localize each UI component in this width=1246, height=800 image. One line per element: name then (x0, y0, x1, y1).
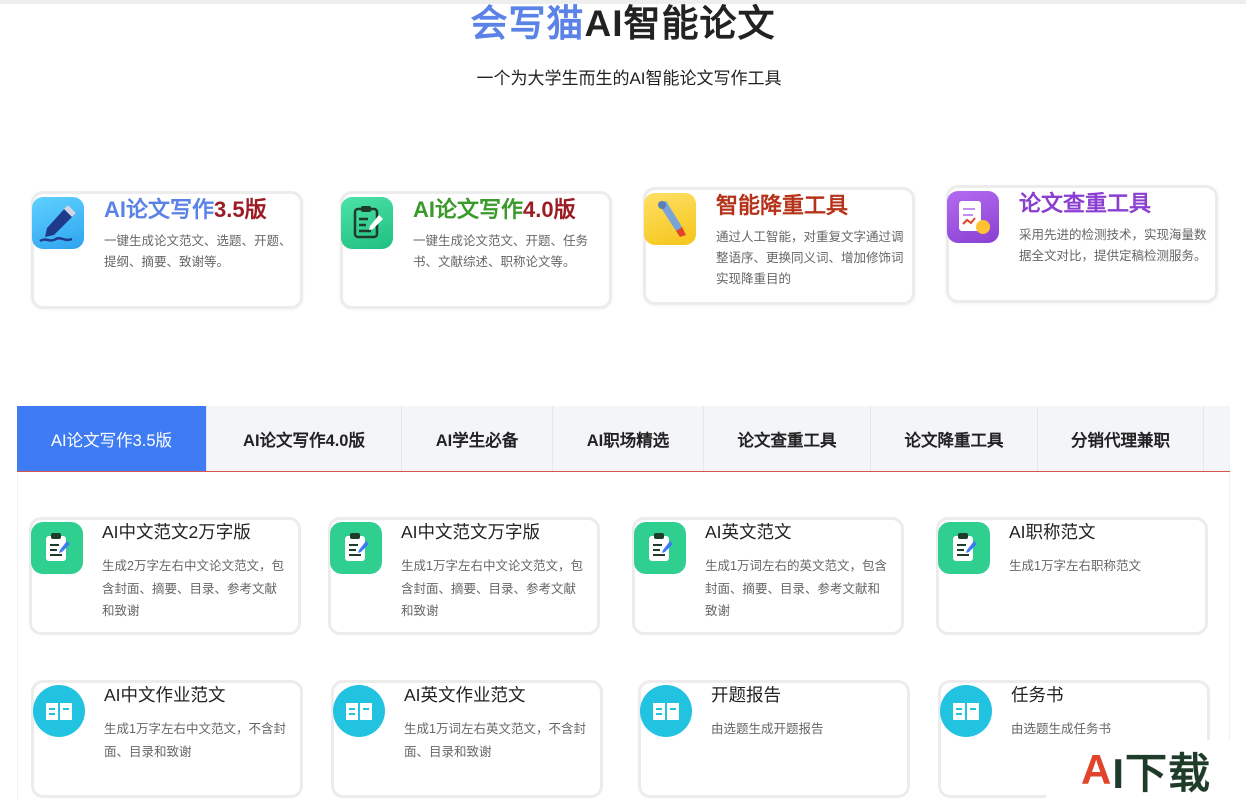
tab-plagiarism-check[interactable]: 论文查重工具 (704, 406, 871, 471)
feature-card-ai-writing-3-5[interactable]: AI论文写作3.5版 一键生成论文范文、选题、开题、提纲、摘要、致谢等。 (31, 191, 303, 309)
tool-desc: 生成1万词左右英文范文，不含封面、目录和致谢 (404, 722, 586, 759)
feature-title: AI论文写作3.5版 (104, 197, 267, 222)
feature-desc: 通过人工智能，对重复文字通过调整语序、更换同义词、增加修饰词实现降重目的 (716, 230, 904, 286)
tool-title: 任务书 (1011, 685, 1064, 705)
tab-ai-workplace[interactable]: AI职场精选 (553, 406, 704, 471)
open-book-icon (333, 685, 385, 737)
watermark-logo: A I下载 (1046, 740, 1246, 800)
tab-reduce-duplication[interactable]: 论文降重工具 (871, 406, 1038, 471)
brand-name: 会写猫 (470, 3, 585, 44)
tool-title: AI中文范文2万字版 (102, 522, 251, 542)
feature-desc: 采用先进的检测技术，实现海量数据全文对比，提供定稿检测服务。 (1019, 228, 1207, 263)
tool-desc: 由选题生成任务书 (1011, 722, 1112, 736)
tool-card[interactable]: AI中文作业范文 生成1万字左右中文范文，不含封面、目录和致谢 (31, 680, 303, 798)
feature-card-plagiarism-check[interactable]: 论文查重工具 采用先进的检测技术，实现海量数据全文对比，提供定稿检测服务。 (946, 185, 1218, 303)
tool-card[interactable]: 开题报告 由选题生成开题报告 (638, 680, 910, 798)
watermark-rest: I下载 (1112, 749, 1211, 797)
tool-desc: 生成1万字左右职称范文 (1009, 559, 1141, 573)
correction-pen-icon (644, 193, 696, 245)
category-tabs: AI论文写作3.5版 AI论文写作4.0版 AI学生必备 AI职场精选 论文查重… (17, 406, 1230, 472)
clipboard-pen-icon (341, 197, 393, 249)
tool-title: AI中文范文万字版 (401, 522, 541, 542)
feature-card-reduce-duplication[interactable]: 智能降重工具 通过人工智能，对重复文字通过调整语序、更换同义词、增加修饰词实现降… (643, 187, 915, 305)
tool-desc: 生成2万字左右中文论文范文，包含封面、摘要、目录、参考文献和致谢 (102, 559, 284, 618)
page-subtitle: 一个为大学生而生的AI智能论文写作工具 (476, 69, 782, 88)
clipboard-pen-icon (938, 522, 990, 574)
tool-title: 开题报告 (711, 685, 781, 705)
tool-card[interactable]: AI职称范文 生成1万字左右职称范文 (936, 517, 1208, 635)
tool-card[interactable]: AI中文范文2万字版 生成2万字左右中文论文范文，包含封面、摘要、目录、参考文献… (29, 517, 301, 635)
tool-desc: 生成1万字左右中文论文范文，包含封面、摘要、目录、参考文献和致谢 (401, 559, 583, 618)
pen-writing-icon (32, 197, 84, 249)
tool-desc: 生成1万字左右中文范文，不含封面、目录和致谢 (104, 722, 286, 759)
tab-ai-writing-4-0[interactable]: AI论文写作4.0版 (207, 406, 402, 471)
tool-title: AI英文范文 (705, 522, 792, 542)
clipboard-pen-icon (330, 522, 382, 574)
tab-ai-writing-3-5[interactable]: AI论文写作3.5版 (17, 406, 207, 471)
tab-affiliate[interactable]: 分销代理兼职 (1038, 406, 1204, 471)
feature-title: 智能降重工具 (716, 193, 849, 218)
page-title: 会写猫AI智能论文 (0, 2, 1246, 46)
open-book-icon (940, 685, 992, 737)
feature-title: 论文查重工具 (1019, 191, 1152, 216)
title-rest: AI智能论文 (584, 3, 776, 44)
feature-title: AI论文写作4.0版 (413, 197, 576, 222)
open-book-icon (640, 685, 692, 737)
tool-title: AI中文作业范文 (104, 685, 226, 705)
feature-card-ai-writing-4-0[interactable]: AI论文写作4.0版 一键生成论文范文、开题、任务书、文献综述、职称论文等。 (340, 191, 612, 309)
tool-title: AI英文作业范文 (404, 685, 526, 705)
tab-ai-student[interactable]: AI学生必备 (402, 406, 553, 471)
tool-card[interactable]: AI中文范文万字版 生成1万字左右中文论文范文，包含封面、摘要、目录、参考文献和… (328, 517, 600, 635)
tool-card[interactable]: AI英文范文 生成1万词左右的英文范文，包含封面、摘要、目录、参考文献和致谢 (632, 517, 904, 635)
tool-desc: 生成1万词左右的英文范文，包含封面、摘要、目录、参考文献和致谢 (705, 559, 887, 618)
tool-title: AI职称范文 (1009, 522, 1096, 542)
watermark-a: A (1080, 746, 1113, 793)
feature-desc: 一键生成论文范文、开题、任务书、文献综述、职称论文等。 (413, 234, 589, 269)
feature-desc: 一键生成论文范文、选题、开题、提纲、摘要、致谢等。 (104, 234, 292, 269)
clipboard-pen-icon (31, 522, 83, 574)
open-book-icon (33, 685, 85, 737)
tool-card[interactable]: AI英文作业范文 生成1万词左右英文范文，不含封面、目录和致谢 (331, 680, 603, 798)
tool-desc: 由选题生成开题报告 (711, 722, 824, 736)
report-check-icon (947, 191, 999, 243)
clipboard-pen-icon (634, 522, 686, 574)
